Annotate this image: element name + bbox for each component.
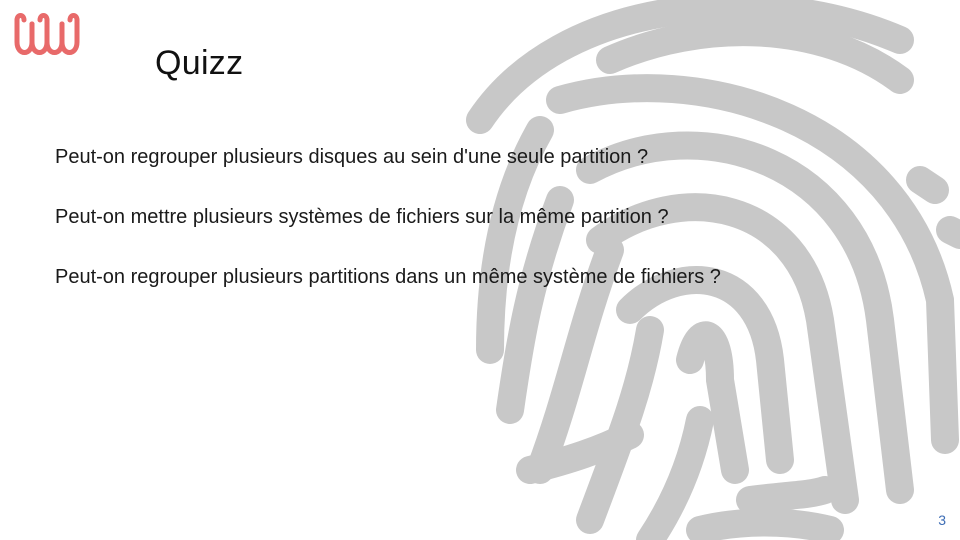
question-list: Peut-on regrouper plusieurs disques au s… bbox=[55, 144, 721, 324]
page-number: 3 bbox=[938, 512, 946, 528]
wave-logo-icon bbox=[14, 13, 80, 55]
question-item: Peut-on regrouper plusieurs partitions d… bbox=[55, 266, 721, 288]
question-item: Peut-on regrouper plusieurs disques au s… bbox=[55, 146, 649, 168]
question-item: Peut-on mettre plusieurs systèmes de fic… bbox=[55, 206, 669, 228]
slide: Quizz Peut-on regrouper plusieurs disque… bbox=[0, 0, 960, 540]
slide-title: Quizz bbox=[155, 44, 244, 82]
